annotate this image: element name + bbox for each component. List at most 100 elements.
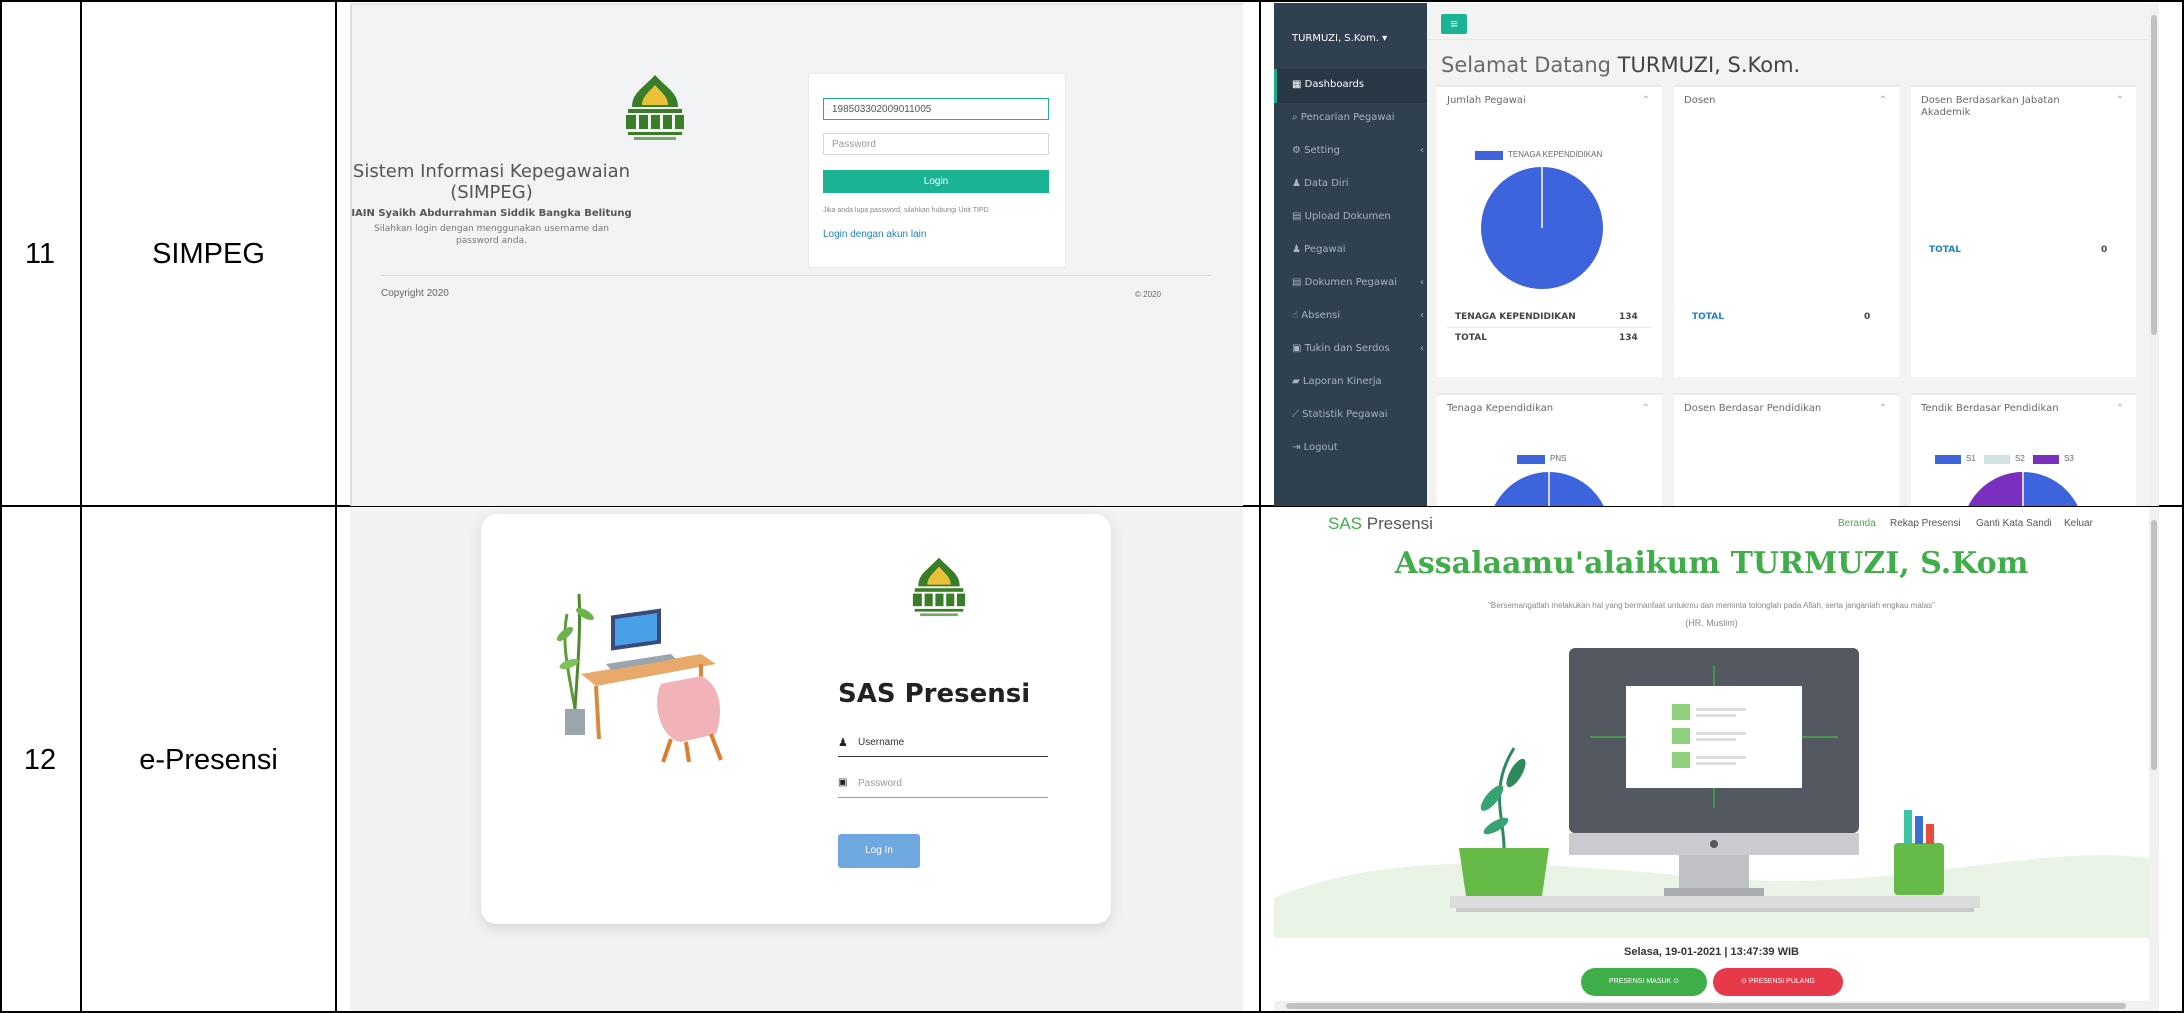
chevron-up-icon[interactable]: ⌃ [2116, 95, 2124, 106]
user-menu[interactable]: TURMUZI, S.Kom. ▾ [1292, 33, 1387, 44]
topbar [1427, 3, 2159, 40]
sidebar-item-laporan[interactable]: ▰ Laporan Kinerja [1292, 376, 1382, 387]
greeting-heading: Assalaamu'alaikum TURMUZI, S.Kom [1394, 546, 2029, 581]
panel-dosen-jabatan: Dosen Berdasarkan Jabatan Akademik ⌃ TOT… [1911, 85, 2136, 377]
sidebar-item-data-diri[interactable]: ♟ Data Diri [1292, 178, 1349, 189]
table-cell: 0 [2101, 245, 2108, 255]
sidebar-item-dokumen-pegawai[interactable]: ▤ Dokumen Pegawai ‹ [1292, 277, 1424, 288]
hamburger-button[interactable]: ≡ [1441, 14, 1467, 34]
sidebar-item-upload[interactable]: ▤ Upload Dokumen [1292, 211, 1391, 222]
password-input[interactable]: ▣ Password [838, 775, 1048, 798]
forgot-password-note: Jika anda lupa password, silahkan hubung… [823, 207, 989, 214]
users-icon: ♟ [1292, 244, 1305, 255]
presensi-pulang-button[interactable]: ⊙ PRESENSI PULANG [1713, 968, 1843, 996]
desk-illustration-icon [556, 593, 723, 763]
chevron-up-icon[interactable]: ⌃ [2116, 403, 2124, 414]
presensi-masuk-button[interactable]: PRESENSI MASUK ⊙ [1581, 968, 1707, 996]
sidebar-item-pegawai[interactable]: ♟ Pegawai [1292, 244, 1346, 255]
sidebar: TURMUZI, S.Kom. ▾ ▦ Dashboards ⌕ Pencari… [1274, 3, 1427, 506]
chevron-left-icon: ‹ [1420, 310, 1424, 321]
panel-dosen: Dosen ⌃ TOTAL 0 [1674, 85, 1899, 377]
user-icon: ♟ [1292, 178, 1305, 189]
presensi-login-card: SAS Presensi ♟ Username ▣ Password Log I… [481, 514, 1111, 924]
simpeg-login-screenshot: Sistem Informasi Kepegawaian (SIMPEG) IA… [350, 3, 1243, 506]
chevron-left-icon: ‹ [1420, 277, 1424, 288]
copyright-right: © 2020 [1135, 290, 1161, 299]
table-cell: TOTAL [1692, 312, 1724, 322]
alt-login-link[interactable]: Login dengan akun lain [823, 229, 926, 240]
presensi-login-title: SAS Presensi [838, 679, 1031, 709]
sidebar-item-dashboards[interactable]: ▦ Dashboards [1292, 79, 1364, 90]
nav-rekap-presensi[interactable]: Rekap Presensi [1890, 518, 1961, 529]
legend-swatch [2033, 455, 2059, 464]
row-name-epresensi: e-Presensi [139, 744, 278, 776]
sidebar-item-tukin[interactable]: ▣ Tukin dan Serdos ‹ [1292, 343, 1424, 354]
row-name-simpeg: SIMPEG [152, 238, 265, 270]
quote-text: "Bersemangatlah melakukan hal yang berma… [1488, 601, 1935, 610]
iain-logo-icon [626, 75, 684, 140]
table-col-divider-1 [80, 0, 82, 1013]
password-field[interactable]: Password [823, 133, 1049, 155]
chevron-up-icon[interactable]: ⌃ [1642, 403, 1650, 414]
iain-logo-icon [912, 557, 966, 617]
lock-icon: ▣ [838, 777, 848, 788]
horizontal-scrollbar[interactable] [1274, 1001, 2149, 1011]
chevron-up-icon[interactable]: ⌃ [1642, 95, 1650, 106]
quote-source: (HR. Muslim) [1685, 618, 1738, 628]
dashboard-main: ≡ Selamat Datang TURMUZI, S.Kom. Jumlah … [1427, 3, 2159, 506]
sidebar-item-logout[interactable]: ⇥ Logout [1292, 442, 1338, 453]
chevron-up-icon[interactable]: ⌃ [1879, 95, 1887, 106]
simpeg-title-line1: Sistem Informasi Kepegawaian [352, 161, 631, 182]
sidebar-item-statistik[interactable]: ⟋ Statistik Pegawai [1292, 409, 1388, 420]
document-icon: ▤ [1292, 211, 1305, 222]
simpeg-login-card: 198503302009011005 Password Login Jika a… [808, 73, 1066, 268]
search-icon: ⌕ [1292, 112, 1301, 123]
scrollbar[interactable] [2149, 3, 2159, 506]
hand-icon: ☝ [1292, 310, 1302, 321]
panel-dosen-pendidikan: Dosen Berdasar Pendidikan ⌃ [1674, 393, 1899, 506]
book-icon: ▰ [1292, 376, 1303, 387]
row-number-12: 12 [23, 744, 57, 776]
scrollbar[interactable] [2149, 508, 2159, 1011]
nav-keluar[interactable]: Keluar [2064, 518, 2093, 529]
legend-swatch [1984, 455, 2010, 464]
legend-label: S3 [2064, 454, 2074, 463]
table-cell: 134 [1619, 333, 1638, 343]
row-number-11: 11 [24, 238, 56, 270]
simpeg-dashboard-screenshot: TURMUZI, S.Kom. ▾ ▦ Dashboards ⌕ Pencari… [1274, 3, 2159, 506]
panel-title: Dosen Berdasarkan Jabatan [1921, 95, 2060, 106]
sidebar-item-absensi[interactable]: ☝ Absensi ‹ [1292, 310, 1424, 321]
table-col-divider-2 [335, 0, 337, 1013]
chevron-left-icon: ‹ [1420, 343, 1424, 354]
username-field[interactable]: 198503302009011005 [823, 98, 1049, 120]
welcome-heading: Selamat Datang TURMUZI, S.Kom. [1441, 53, 1801, 77]
nav-ganti-kata-sandi[interactable]: Ganti Kata Sandi [1976, 518, 2052, 529]
simpeg-institution: IAIN Syaikh Abdurrahman Siddik Bangka Be… [351, 208, 632, 219]
chevron-left-icon: ‹ [1420, 145, 1424, 156]
logout-icon: ⇥ [1292, 442, 1304, 453]
presensi-home-screenshot: SAS Presensi Beranda Rekap Presensi Gant… [1274, 508, 2159, 1011]
document-table: 11 SIMPEG 12 e-Presensi Sistem Informasi… [0, 0, 2184, 1013]
nav-beranda[interactable]: Beranda [1838, 518, 1876, 529]
username-input[interactable]: ♟ Username [838, 734, 1048, 757]
legend-label: S1 [1966, 454, 1976, 463]
table-border-left [0, 0, 2, 1013]
user-icon: ♟ [838, 737, 848, 749]
sidebar-item-pencarian[interactable]: ⌕ Pencarian Pegawai [1292, 112, 1395, 123]
panel-title: Dosen Berdasar Pendidikan [1684, 403, 1822, 414]
table-border-top [0, 0, 2184, 2]
table-cell: 134 [1619, 312, 1638, 322]
panel-title: Jumlah Pegawai [1447, 95, 1526, 106]
login-button[interactable]: Log In [838, 834, 920, 868]
presensi-login-screenshot: SAS Presensi ♟ Username ▣ Password Log I… [350, 508, 1243, 1011]
pie-chart [1968, 472, 2078, 506]
panel-title: Tendik Berdasar Pendidikan [1921, 403, 2059, 414]
chevron-up-icon[interactable]: ⌃ [1879, 403, 1887, 414]
login-button[interactable]: Login [823, 170, 1049, 193]
footer-divider [381, 275, 1211, 276]
sidebar-item-setting[interactable]: ⚙ Setting ‹ [1292, 145, 1424, 156]
brand-logo[interactable]: SAS Presensi [1328, 514, 1433, 534]
simpeg-instruction-line2: password anda. [456, 236, 527, 246]
panel-tenaga-kependidikan: Tenaga Kependidikan ⌃ PNS [1437, 393, 1662, 506]
table-col-divider-3 [1259, 0, 1261, 1013]
